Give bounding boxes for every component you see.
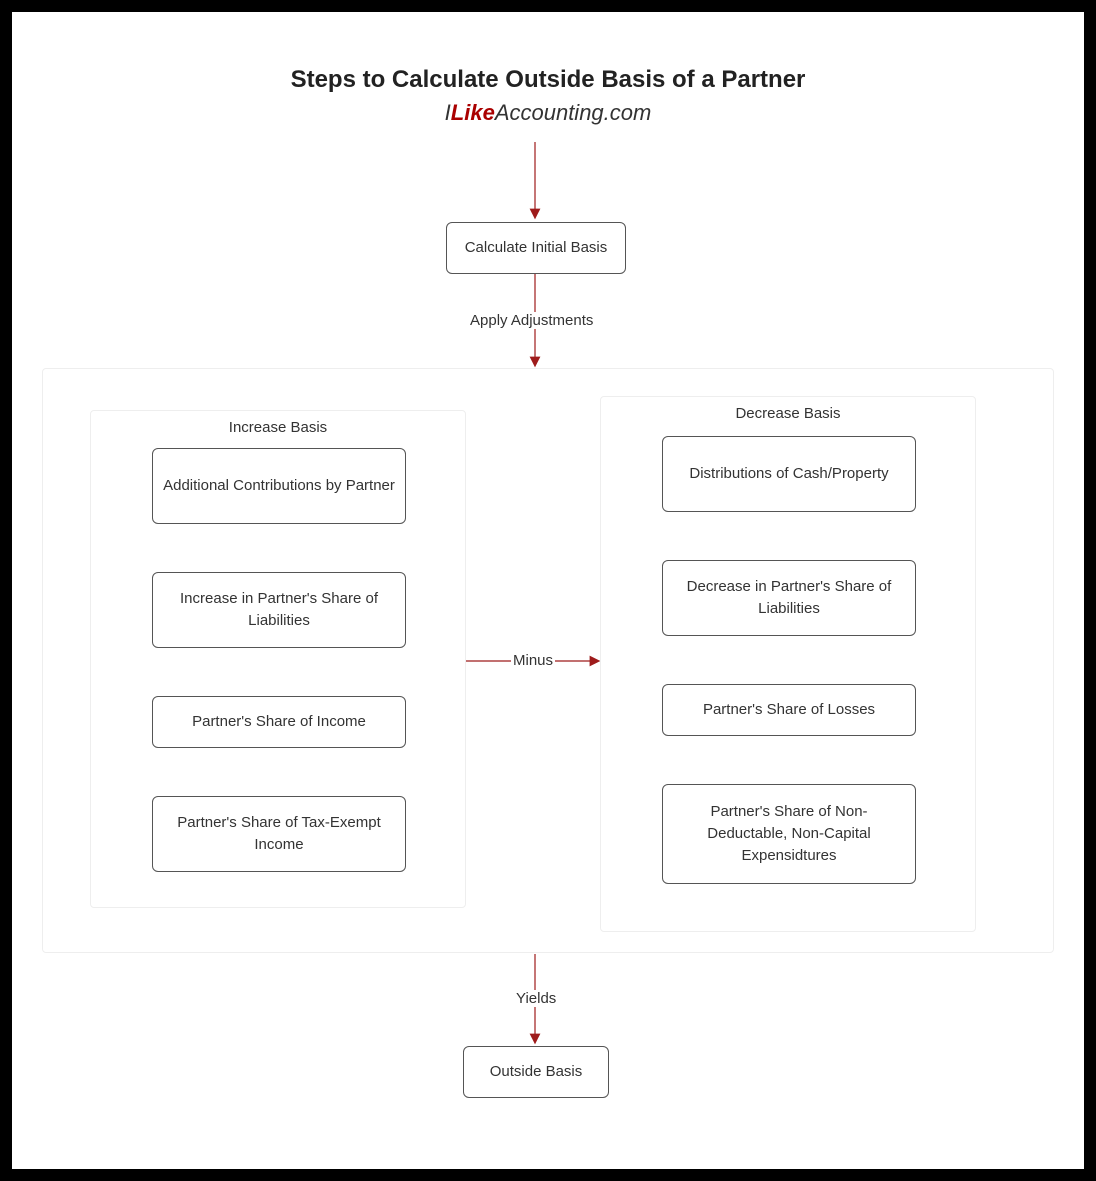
group-title-increase: Increase Basis (91, 419, 465, 436)
node-increase-item-3: Partner's Share of Tax-Exempt Income (152, 796, 406, 872)
subtitle-rest: Accounting.com (495, 100, 652, 125)
edge-label-yields: Yields (514, 990, 558, 1007)
node-increase-item-0: Additional Contributions by Partner (152, 448, 406, 524)
node-decrease-item-0: Distributions of Cash/Property (662, 436, 916, 512)
node-decrease-item-1: Decrease in Partner's Share of Liabiliti… (662, 560, 916, 636)
diagram-subtitle: ILikeAccounting.com (12, 100, 1084, 126)
node-decrease-item-2: Partner's Share of Losses (662, 684, 916, 736)
node-increase-item-1: Increase in Partner's Share of Liabiliti… (152, 572, 406, 648)
edge-label-apply-adjustments: Apply Adjustments (468, 312, 595, 329)
node-outside-basis: Outside Basis (463, 1046, 609, 1098)
diagram-title: Steps to Calculate Outside Basis of a Pa… (12, 66, 1084, 94)
edge-label-minus: Minus (511, 652, 555, 669)
diagram-frame: Steps to Calculate Outside Basis of a Pa… (12, 12, 1084, 1169)
node-increase-item-2: Partner's Share of Income (152, 696, 406, 748)
group-title-decrease: Decrease Basis (601, 405, 975, 422)
node-decrease-item-3: Partner's Share of Non-Deductable, Non-C… (662, 784, 916, 884)
subtitle-like: Like (451, 100, 495, 125)
node-initial-basis: Calculate Initial Basis (446, 222, 626, 274)
